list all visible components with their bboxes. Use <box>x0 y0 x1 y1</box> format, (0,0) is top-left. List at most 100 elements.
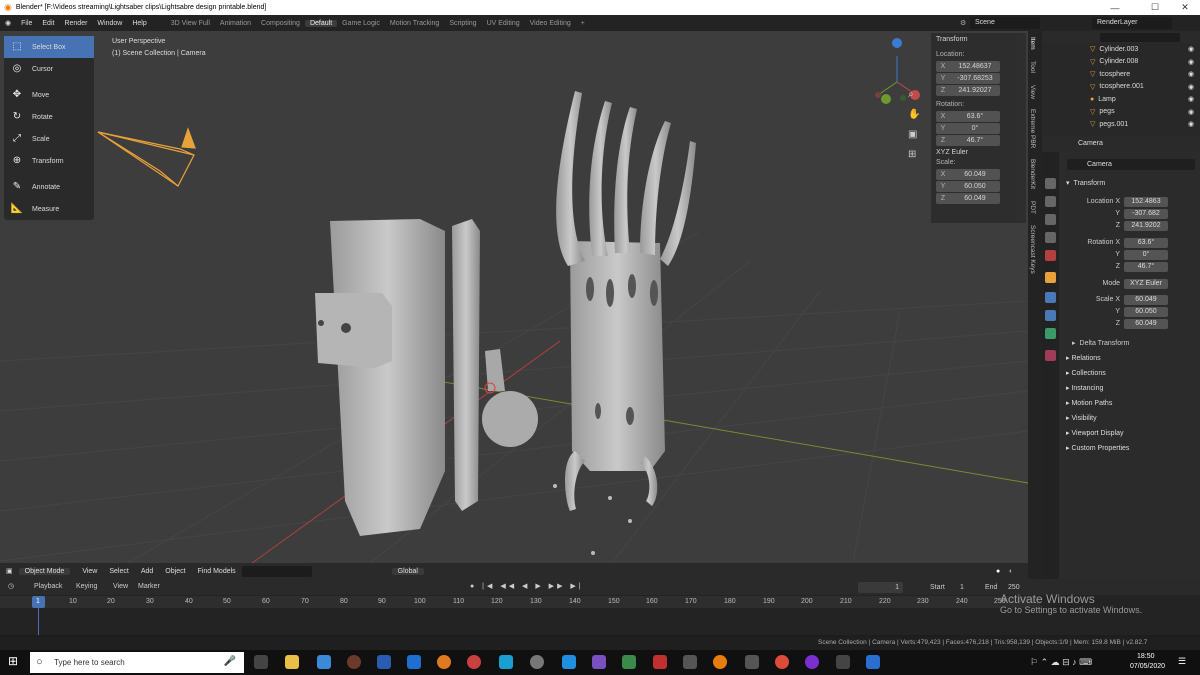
rotation-x-field[interactable]: X 63.6° <box>936 111 1000 122</box>
eye-icon[interactable]: ◉ <box>1188 58 1194 66</box>
minimize-button[interactable]: — <box>1100 0 1130 15</box>
delta-transform-header[interactable]: ▸ Delta Transform <box>1072 339 1129 347</box>
output-tab-icon[interactable] <box>1045 214 1056 225</box>
current-frame-field[interactable]: 1 <box>858 582 903 593</box>
menu-window[interactable]: Window <box>92 20 127 27</box>
visual-studio-icon[interactable] <box>592 655 606 669</box>
file-explorer-icon[interactable] <box>285 655 299 669</box>
rotation-y-field[interactable]: Y 0° <box>936 123 1000 134</box>
shading-material-icon[interactable]: ◐ <box>1003 568 1019 575</box>
prop-rotation-y-field[interactable]: 0° <box>1124 250 1168 260</box>
tab-compositing[interactable]: Compositing <box>256 20 305 27</box>
word-icon[interactable] <box>377 655 391 669</box>
tab-pdt[interactable]: PDT <box>1029 201 1036 214</box>
menu-view[interactable]: View <box>76 568 103 575</box>
tool-transform[interactable]: ⊕ Transform <box>4 150 94 172</box>
playback-controls[interactable]: ● |◀ ◀◀ ◀ ▶ ▶▶ ▶| <box>470 582 584 590</box>
prop-mode-dropdown[interactable]: XYZ Euler <box>1124 279 1168 289</box>
outliner-row[interactable]: ▽ Cylinder.003 ◉ <box>1042 43 1200 56</box>
rotation-z-field[interactable]: Z 46.7° <box>936 135 1000 146</box>
camera-object[interactable] <box>97 127 196 187</box>
sphere-model[interactable] <box>482 349 538 447</box>
scene-field[interactable]: Scene <box>970 17 1040 29</box>
tab-tool[interactable]: Tool <box>1029 61 1036 73</box>
windows-start-icon[interactable]: ⊞ <box>8 654 18 668</box>
menu-edit[interactable]: Edit <box>37 20 59 27</box>
scale-z-field[interactable]: Z 60.049 <box>936 193 1000 204</box>
tool-scale[interactable]: ⤢ Scale <box>4 128 94 150</box>
timeline-editor-icon[interactable]: ◷ <box>8 582 14 590</box>
app-icon[interactable] <box>745 655 759 669</box>
add-workspace-button[interactable]: + <box>576 20 590 27</box>
zoom-icon[interactable]: ⌕ <box>908 89 914 100</box>
notifications-icon[interactable]: ☰ <box>1178 656 1186 667</box>
eye-icon[interactable]: ◉ <box>1188 120 1194 128</box>
menu-marker[interactable]: Marker <box>138 583 160 590</box>
hilt-model-left[interactable] <box>315 219 480 536</box>
editor-type-icon[interactable]: ▣ <box>0 567 19 575</box>
tab-extreme-pbr[interactable]: Extreme PBR <box>1029 109 1036 148</box>
app-icon[interactable] <box>683 655 697 669</box>
outliner-row[interactable]: ▽ Cylinder.008 ◉ <box>1042 56 1200 69</box>
maximize-button[interactable]: ☐ <box>1140 0 1170 15</box>
start-frame-field[interactable]: 1 <box>960 584 964 591</box>
transform-panel-header[interactable]: ▾ Transform <box>1066 179 1105 187</box>
app-icon[interactable] <box>805 655 819 669</box>
menu-help[interactable]: Help <box>127 20 151 27</box>
tab-scripting[interactable]: Scripting <box>444 20 481 27</box>
orientation-dropdown[interactable]: Global <box>391 567 424 575</box>
tool-move[interactable]: ✥ Move <box>4 84 94 106</box>
camera-view-icon[interactable]: ▣ <box>908 129 917 140</box>
menu-render[interactable]: Render <box>59 20 92 27</box>
hand-pan-icon[interactable]: ✋ <box>908 109 920 120</box>
app-icon[interactable] <box>499 655 513 669</box>
taskbar-search-input[interactable]: ○ Type here to search 🎤 <box>30 652 244 673</box>
grid-view-icon[interactable]: ⊞ <box>908 149 916 160</box>
section-visibility[interactable]: ▸ Visibility <box>1066 414 1097 422</box>
menu-timeline-view[interactable]: View <box>113 583 128 590</box>
tab-video-editing[interactable]: Video Editing <box>525 20 576 27</box>
prop-rotation-x-field[interactable]: 63.6° <box>1124 238 1168 248</box>
tab-default[interactable]: Default <box>304 19 338 27</box>
3d-viewport[interactable]: User Perspective (1) Scene Collection | … <box>0 31 1028 579</box>
prop-location-y-field[interactable]: -307.682 <box>1124 209 1168 219</box>
tab-animation[interactable]: Animation <box>215 20 256 27</box>
tab-blenderkit[interactable]: BlenderKit <box>1029 159 1036 189</box>
prop-location-x-field[interactable]: 152.4863 <box>1124 197 1168 207</box>
prop-scale-z-field[interactable]: 60.049 <box>1124 319 1168 329</box>
tab-view[interactable]: View <box>1029 85 1036 99</box>
menu-playback[interactable]: Playback <box>34 583 62 590</box>
tool-tab-icon[interactable] <box>1045 178 1056 189</box>
physics-tab-icon[interactable] <box>1045 292 1056 303</box>
tool-rotate[interactable]: ↻ Rotate <box>4 106 94 128</box>
location-z-field[interactable]: Z 241.92027 <box>936 85 1000 96</box>
task-view-icon[interactable] <box>254 655 268 669</box>
app-icon[interactable] <box>653 655 667 669</box>
blender-taskbar-icon[interactable] <box>713 655 727 669</box>
eye-icon[interactable]: ◉ <box>1188 45 1194 53</box>
outliner-row[interactable]: ▽ tcosphere ◉ <box>1042 68 1200 81</box>
object-tab-icon[interactable] <box>1045 272 1056 283</box>
prop-rotation-z-field[interactable]: 46.7° <box>1124 262 1168 272</box>
eye-icon[interactable]: ◉ <box>1188 83 1194 91</box>
close-button[interactable]: ✕ <box>1170 0 1200 15</box>
tool-select-box[interactable]: ⬚ Select Box <box>4 36 94 58</box>
menu-file[interactable]: File <box>16 20 37 27</box>
scale-y-field[interactable]: Y 60.050 <box>936 181 1000 192</box>
eye-icon[interactable]: ◉ <box>1188 70 1194 78</box>
eye-icon[interactable]: ◉ <box>1188 95 1194 103</box>
hilt-model-right[interactable] <box>556 91 696 511</box>
tab-screencast-keys[interactable]: Screencast Keys <box>1029 225 1036 274</box>
obs-icon[interactable] <box>467 655 481 669</box>
prop-scale-y-field[interactable]: 60.050 <box>1124 307 1168 317</box>
app-icon[interactable] <box>562 655 576 669</box>
app-icon[interactable] <box>622 655 636 669</box>
texture-tab-icon[interactable] <box>1045 350 1056 361</box>
microphone-icon[interactable]: 🎤 <box>224 656 236 667</box>
constraints-tab-icon[interactable] <box>1045 310 1056 321</box>
outliner-row[interactable]: ▽ pegs.001 ◉ <box>1042 118 1200 131</box>
eye-icon[interactable]: ◉ <box>1188 108 1194 116</box>
view-layer-field[interactable]: RenderLayer <box>1092 17 1172 29</box>
menu-object[interactable]: Object <box>159 568 191 575</box>
tool-measure[interactable]: 📐 Measure <box>4 198 94 220</box>
